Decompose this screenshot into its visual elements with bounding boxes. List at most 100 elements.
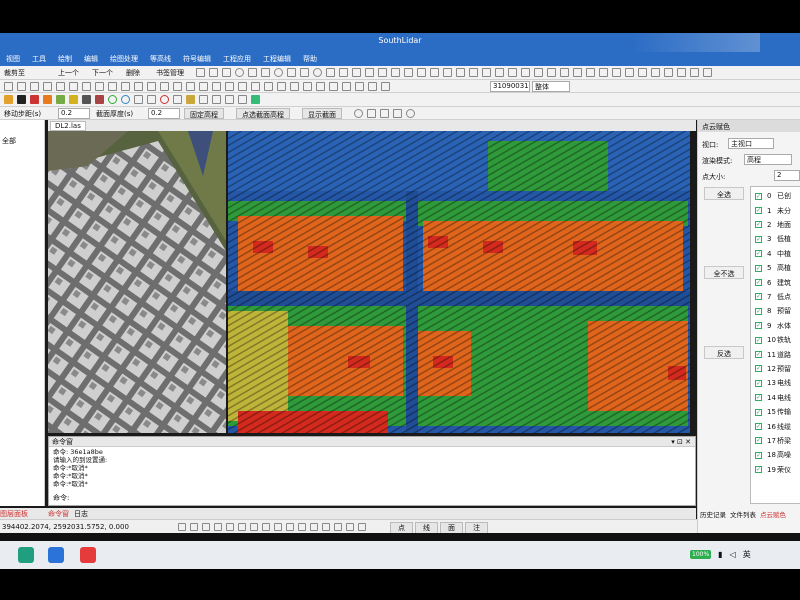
- annotation-icon[interactable]: [277, 82, 286, 91]
- panel-tab[interactable]: 文件列表: [728, 511, 758, 519]
- classify-icon[interactable]: [121, 82, 130, 91]
- folder-icon[interactable]: [186, 95, 195, 104]
- show-section-button[interactable]: 显示截面: [302, 108, 342, 119]
- class-row[interactable]: ✓ 14 电线: [751, 391, 800, 405]
- lineweight-toggle-icon[interactable]: [250, 523, 258, 531]
- import-icon[interactable]: [329, 82, 338, 91]
- class-row[interactable]: ✓ 8 预留: [751, 304, 800, 318]
- class-checkbox[interactable]: ✓: [755, 351, 762, 359]
- class-row[interactable]: ✓ 5 高植: [751, 261, 800, 275]
- grid-icon[interactable]: [368, 82, 377, 91]
- tree-icon[interactable]: [108, 95, 117, 104]
- class-checkbox[interactable]: ✓: [755, 394, 762, 402]
- area-icon[interactable]: [625, 68, 634, 77]
- break-icon[interactable]: [365, 68, 374, 77]
- select-icon[interactable]: [4, 82, 13, 91]
- array-icon[interactable]: [456, 68, 465, 77]
- class-row[interactable]: ✓ 10 铁轨: [751, 333, 800, 347]
- frame-icon[interactable]: [381, 82, 390, 91]
- draw-point-icon[interactable]: [261, 68, 270, 77]
- zoom-window-icon[interactable]: [69, 82, 78, 91]
- fix-elevation-button[interactable]: 固定高程: [184, 108, 224, 119]
- check-icon[interactable]: [303, 82, 312, 91]
- panel-tab[interactable]: 历史记录: [698, 511, 728, 519]
- snap-toggle-icon[interactable]: [178, 523, 186, 531]
- delete-button[interactable]: 删除: [126, 68, 140, 78]
- stretch-icon[interactable]: [586, 68, 595, 77]
- invert-selection-button[interactable]: 反选: [704, 346, 744, 359]
- menu-item[interactable]: 工程编辑: [257, 52, 297, 66]
- annotation-scale-icon[interactable]: [310, 523, 318, 531]
- panorama-icon[interactable]: [238, 95, 247, 104]
- class-checkbox[interactable]: ✓: [755, 322, 762, 330]
- class-row[interactable]: ✓ 0 已创: [751, 189, 800, 203]
- tab-document[interactable]: DL2.las: [50, 121, 86, 131]
- class-checkbox[interactable]: ✓: [755, 293, 762, 301]
- class-checkbox[interactable]: ✓: [755, 451, 762, 459]
- building-icon[interactable]: [69, 95, 78, 104]
- settings-icon[interactable]: [703, 68, 712, 77]
- classify-cloud-icon[interactable]: [43, 95, 52, 104]
- image-icon[interactable]: [199, 95, 208, 104]
- section-icon[interactable]: [147, 82, 156, 91]
- zoom-in-icon[interactable]: [30, 82, 39, 91]
- bookmark-manager-button[interactable]: 书签管理: [156, 68, 184, 78]
- ime-indicator[interactable]: 英: [743, 549, 751, 560]
- class-row[interactable]: ✓ 11 道路: [751, 347, 800, 361]
- menu-item[interactable]: 绘制: [52, 52, 78, 66]
- fence-icon[interactable]: [82, 82, 91, 91]
- class-row[interactable]: ✓ 1 未分: [751, 203, 800, 217]
- distance-icon[interactable]: [638, 68, 647, 77]
- draw-circle-icon[interactable]: [235, 68, 244, 77]
- snap-icon[interactable]: [313, 68, 322, 77]
- class-row[interactable]: ✓ 7 低点: [751, 290, 800, 304]
- thickness-input[interactable]: 0.2: [148, 108, 180, 119]
- filter-icon[interactable]: [108, 82, 117, 91]
- class-checkbox[interactable]: ✓: [755, 250, 762, 258]
- selection-cycle-icon[interactable]: [286, 523, 294, 531]
- layer-icon[interactable]: [547, 68, 556, 77]
- fillet-icon[interactable]: [469, 68, 478, 77]
- open-cloud-icon[interactable]: [4, 95, 13, 104]
- command-prompt[interactable]: 命令:: [53, 493, 69, 503]
- point-size-input[interactable]: 2: [774, 170, 800, 181]
- code-mode-select[interactable]: 整体: [532, 81, 570, 92]
- rect-select-icon[interactable]: [380, 109, 389, 118]
- panel-tab[interactable]: 点云赋色: [758, 511, 788, 519]
- menu-item[interactable]: 视图: [0, 52, 26, 66]
- microphone-icon[interactable]: ▮: [718, 550, 722, 559]
- brush-icon[interactable]: [95, 95, 104, 104]
- workspace-icon[interactable]: [322, 523, 330, 531]
- command-window-controls[interactable]: ▾ ⊡ ✕: [671, 438, 691, 446]
- globe-icon[interactable]: [121, 95, 130, 104]
- dom-icon[interactable]: [199, 82, 208, 91]
- cloud-icon[interactable]: [17, 95, 26, 104]
- class-checkbox[interactable]: ✓: [755, 408, 762, 416]
- isolate-icon[interactable]: [346, 523, 354, 531]
- class-checkbox[interactable]: ✓: [755, 336, 762, 344]
- pointcloud-view[interactable]: [228, 131, 690, 433]
- grid-toggle-icon[interactable]: [190, 523, 198, 531]
- property-icon[interactable]: [560, 68, 569, 77]
- print-icon[interactable]: [342, 82, 351, 91]
- measure-icon[interactable]: [287, 68, 296, 77]
- scale-icon[interactable]: [417, 68, 426, 77]
- move-icon[interactable]: [430, 68, 439, 77]
- class-row[interactable]: ✓ 6 建筑: [751, 275, 800, 289]
- class-row[interactable]: ✓ 4 中植: [751, 247, 800, 261]
- menu-item[interactable]: 符号编辑: [177, 52, 217, 66]
- text-icon[interactable]: [300, 68, 309, 77]
- tab-command[interactable]: 命令窗: [48, 509, 69, 519]
- add-point-icon[interactable]: [354, 109, 363, 118]
- lock-icon[interactable]: [334, 523, 342, 531]
- menu-item[interactable]: 工具: [26, 52, 52, 66]
- video-icon[interactable]: [225, 95, 234, 104]
- zoom-extent-icon[interactable]: [56, 82, 65, 91]
- class-checkbox[interactable]: ✓: [755, 192, 762, 200]
- app-icon-1[interactable]: [18, 547, 34, 563]
- gear-icon[interactable]: [406, 109, 415, 118]
- profile-icon[interactable]: [134, 82, 143, 91]
- class-checkbox[interactable]: ✓: [755, 264, 762, 272]
- otrack-toggle-icon[interactable]: [238, 523, 246, 531]
- rotate-icon[interactable]: [404, 68, 413, 77]
